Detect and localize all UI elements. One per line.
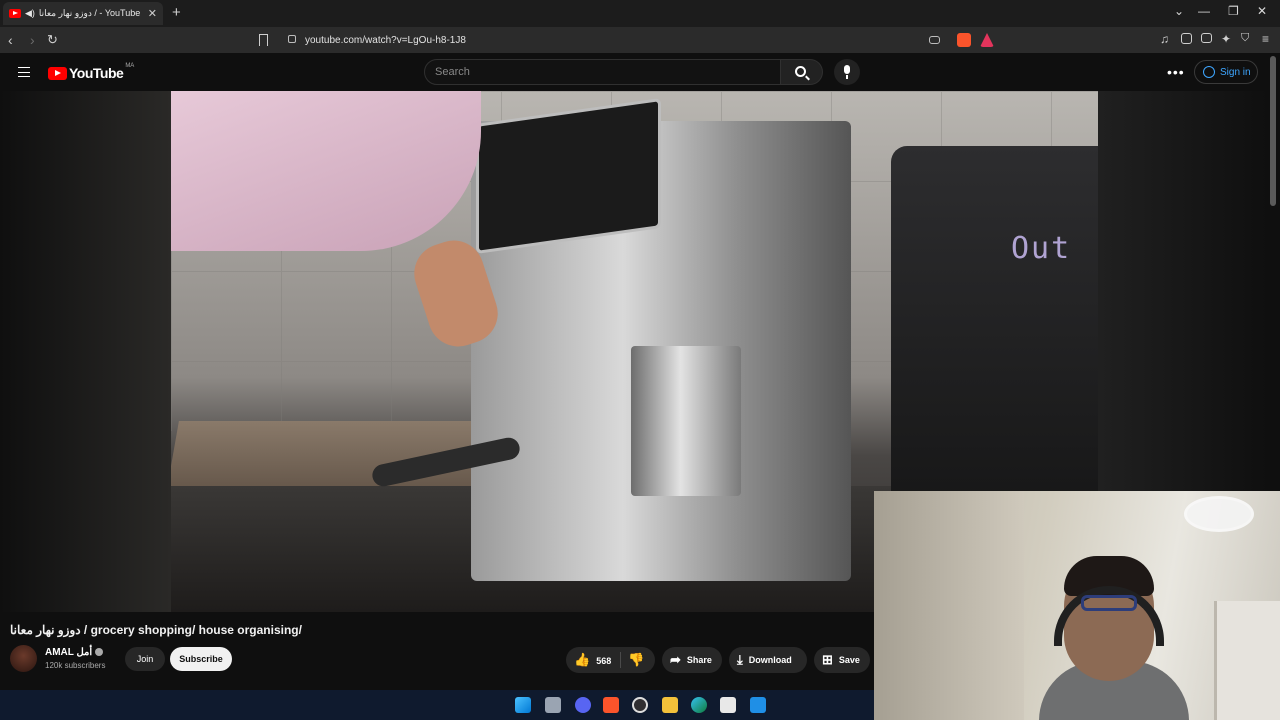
sign-in-button[interactable]: Sign in [1194,60,1258,84]
edge-icon[interactable] [691,697,707,713]
share-label: Share [686,655,712,665]
tab-title: دوزو نهار معانا / - YouTube [38,8,141,18]
webcam-ceiling-light [1184,496,1254,532]
join-button[interactable]: Join [125,647,165,671]
media-icon[interactable]: ♫ [1160,32,1169,46]
file-explorer-icon[interactable] [662,697,678,713]
video-frame-control-panel [476,97,661,255]
webcam-door [874,491,1024,720]
forward-icon[interactable]: › [30,32,35,48]
brave-shields-icon[interactable] [957,33,971,47]
reload-icon[interactable]: ↻ [47,32,58,48]
sign-in-label: Sign in [1220,66,1251,78]
share-icon: ➦ [670,652,681,667]
vpn-shield-icon[interactable]: ⛉ [1241,32,1249,45]
search-box[interactable] [424,59,781,85]
browser-tab-bar: ◀) دوزو نهار معانا / - YouTube ✕ + ⌄ — ❐… [0,0,1280,27]
like-dislike-group: 👍 568 👎 [566,647,655,673]
guide-menu-icon[interactable] [18,67,30,77]
glasses-icon [1081,595,1137,611]
youtube-logo[interactable]: YouTube MA [48,63,135,81]
leo-ai-icon[interactable]: ✦ [1221,32,1231,46]
sidebar-icon[interactable] [1181,33,1192,44]
url-text[interactable]: youtube.com/watch?v=LgOu-h8-1J8 [305,35,466,46]
webcam-shelf [1214,601,1280,720]
ambient-glow-right [1098,91,1268,491]
youtube-wordmark: YouTube [69,65,124,81]
discord-icon[interactable] [575,697,591,713]
save-playlist-icon: ⊞ [822,652,833,667]
share-button[interactable]: ➦ Share [662,647,722,673]
country-code: MA [125,63,135,69]
download-button[interactable]: ⤓ Download [729,647,807,673]
verified-icon [95,648,104,657]
restore-button[interactable]: ❐ [1228,4,1239,18]
channel-avatar[interactable] [10,645,37,672]
obs-icon[interactable] [632,697,648,713]
store-icon[interactable] [720,697,736,713]
settings-more-icon[interactable]: ••• [1167,64,1185,80]
channel-name[interactable]: AMAL أمل [45,647,104,658]
page-scrollbar[interactable] [1270,56,1276,206]
cast-icon[interactable] [929,36,940,44]
address-bar[interactable]: youtube.com/watch?v=LgOu-h8-1J8 [280,30,1000,50]
site-info-icon[interactable] [288,35,296,43]
webcam-overlay [874,491,1280,720]
back-icon[interactable]: ‹ [8,32,13,48]
video-frame-milk-pitcher [631,346,741,496]
voice-search-icon[interactable] [834,59,860,85]
minimize-button[interactable]: — [1198,4,1210,18]
new-tab-button[interactable]: + [172,4,181,21]
download-icon: ⤓ [737,652,743,667]
save-label: Save [838,655,860,665]
thumbs-up-icon: 👍 [574,652,591,667]
subscriber-count: 120k subscribers [45,661,106,670]
task-view-icon[interactable] [545,697,561,713]
like-count: 568 [596,656,612,666]
subscribe-button[interactable]: Subscribe [170,647,232,671]
search-input[interactable] [425,60,780,84]
bookmark-icon[interactable] [259,34,268,46]
browser-tab[interactable]: ◀) دوزو نهار معانا / - YouTube ✕ [3,2,163,25]
save-button[interactable]: ⊞ Save [814,647,870,673]
like-divider [620,652,621,668]
video-title: دوزو نهار معانا / grocery shopping/ hous… [10,623,302,637]
youtube-favicon-icon [9,9,21,18]
brave-icon[interactable] [603,697,619,713]
thumbs-down-icon[interactable]: 👎 [628,652,644,668]
download-label: Download [748,655,792,665]
youtube-play-icon [48,66,67,80]
browser-toolbar: ‹ › ↻ youtube.com/watch?v=LgOu-h8-1J8 ♫ … [0,27,1280,53]
youtube-header: YouTube MA ••• Sign in [0,53,1280,91]
air-fryer-display: Out [1011,231,1072,266]
mail-icon[interactable] [750,697,766,713]
like-button[interactable]: 👍 568 [574,652,611,668]
search-button[interactable] [781,59,823,85]
close-window-button[interactable]: ✕ [1257,4,1267,18]
ambient-glow-left [0,91,171,612]
channel-name-text[interactable]: AMAL أمل [45,647,92,658]
search-icon [795,66,806,77]
windows-taskbar [0,690,874,720]
tab-search-icon[interactable]: ⌄ [1174,4,1184,18]
windows-start-icon[interactable] [515,697,531,713]
close-tab-icon[interactable]: ✕ [148,7,157,20]
account-icon [1203,66,1215,78]
speaker-icon[interactable]: ◀) [25,8,35,19]
menu-icon[interactable]: ≡ [1262,32,1269,46]
wallet-icon[interactable] [1201,33,1212,43]
